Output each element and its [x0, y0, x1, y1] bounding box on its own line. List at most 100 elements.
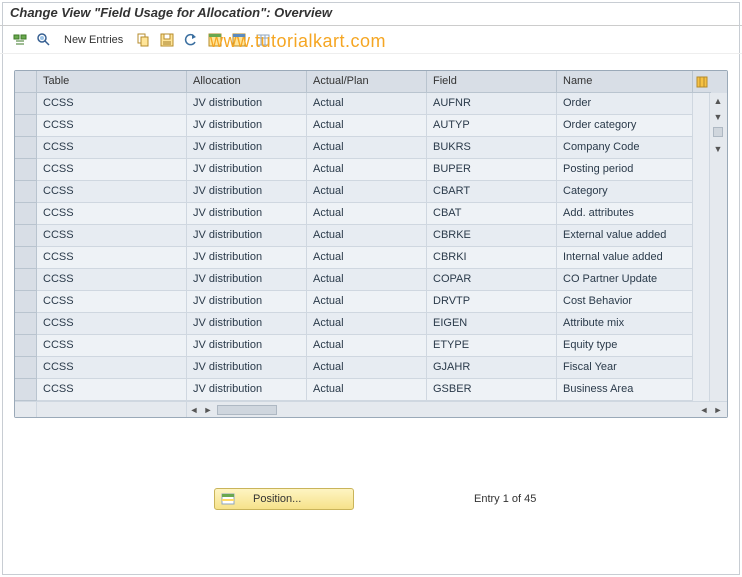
toggle-view-icon[interactable]	[10, 30, 30, 50]
cell-table[interactable]: CCSS	[37, 291, 187, 313]
cell-name[interactable]: Order category	[557, 115, 693, 137]
cell-name[interactable]: Business Area	[557, 379, 693, 401]
cell-field[interactable]: CBRKI	[427, 247, 557, 269]
cell-actual-plan[interactable]: Actual	[307, 291, 427, 313]
table-row[interactable]: CCSSJV distributionActualBUPERPosting pe…	[15, 159, 727, 181]
cell-table[interactable]: CCSS	[37, 137, 187, 159]
row-handle[interactable]	[15, 93, 37, 115]
cell-actual-plan[interactable]: Actual	[307, 313, 427, 335]
cell-allocation[interactable]: JV distribution	[187, 203, 307, 225]
cell-field[interactable]: COPAR	[427, 269, 557, 291]
new-entries-button[interactable]: New Entries	[58, 32, 129, 48]
table-row[interactable]: CCSSJV distributionActualAUFNROrder	[15, 93, 727, 115]
cell-table[interactable]: CCSS	[37, 247, 187, 269]
cell-name[interactable]: Cost Behavior	[557, 291, 693, 313]
cell-table[interactable]: CCSS	[37, 379, 187, 401]
cell-field[interactable]: EIGEN	[427, 313, 557, 335]
scroll-left-icon[interactable]: ◄	[187, 403, 201, 417]
cell-name[interactable]: Order	[557, 93, 693, 115]
cell-field[interactable]: ETYPE	[427, 335, 557, 357]
cell-actual-plan[interactable]: Actual	[307, 225, 427, 247]
table-row[interactable]: CCSSJV distributionActualCBRKIInternal v…	[15, 247, 727, 269]
hscroll-thumb[interactable]	[217, 405, 277, 415]
row-handle[interactable]	[15, 269, 37, 291]
table-row[interactable]: CCSSJV distributionActualCBARTCategory	[15, 181, 727, 203]
select-all-icon[interactable]	[205, 30, 225, 50]
cell-allocation[interactable]: JV distribution	[187, 335, 307, 357]
scroll-right-icon[interactable]: ►	[711, 403, 725, 417]
vertical-scrollbar[interactable]: ▲ ▼ ▲ ▼	[709, 93, 727, 401]
col-header-name[interactable]: Name	[557, 71, 693, 93]
table-row[interactable]: CCSSJV distributionActualEIGENAttribute …	[15, 313, 727, 335]
table-row[interactable]: CCSSJV distributionActualAUTYPOrder cate…	[15, 115, 727, 137]
col-header-allocation[interactable]: Allocation	[187, 71, 307, 93]
cell-actual-plan[interactable]: Actual	[307, 335, 427, 357]
cell-table[interactable]: CCSS	[37, 203, 187, 225]
find-icon[interactable]	[34, 30, 54, 50]
cell-name[interactable]: Category	[557, 181, 693, 203]
scroll-up-icon[interactable]: ▲	[710, 93, 726, 109]
configure-columns-icon[interactable]	[693, 71, 711, 93]
cell-allocation[interactable]: JV distribution	[187, 181, 307, 203]
cell-allocation[interactable]: JV distribution	[187, 291, 307, 313]
cell-allocation[interactable]: JV distribution	[187, 137, 307, 159]
cell-table[interactable]: CCSS	[37, 115, 187, 137]
table-row[interactable]: CCSSJV distributionActualETYPEEquity typ…	[15, 335, 727, 357]
cell-allocation[interactable]: JV distribution	[187, 269, 307, 291]
cell-name[interactable]: External value added	[557, 225, 693, 247]
select-all-handle[interactable]	[15, 71, 37, 93]
cell-allocation[interactable]: JV distribution	[187, 379, 307, 401]
col-header-field[interactable]: Field	[427, 71, 557, 93]
cell-actual-plan[interactable]: Actual	[307, 269, 427, 291]
cell-allocation[interactable]: JV distribution	[187, 357, 307, 379]
row-handle[interactable]	[15, 225, 37, 247]
cell-actual-plan[interactable]: Actual	[307, 379, 427, 401]
row-handle[interactable]	[15, 181, 37, 203]
cell-table[interactable]: CCSS	[37, 335, 187, 357]
cell-field[interactable]: AUFNR	[427, 93, 557, 115]
horizontal-scrollbar[interactable]: ◄ ► ◄ ►	[15, 401, 727, 417]
cell-field[interactable]: GJAHR	[427, 357, 557, 379]
cell-actual-plan[interactable]: Actual	[307, 115, 427, 137]
table-row[interactable]: CCSSJV distributionActualCOPARCO Partner…	[15, 269, 727, 291]
cell-field[interactable]: BUKRS	[427, 137, 557, 159]
scroll-down-icon[interactable]: ▼	[710, 141, 726, 157]
cell-actual-plan[interactable]: Actual	[307, 93, 427, 115]
cell-actual-plan[interactable]: Actual	[307, 181, 427, 203]
col-header-actual-plan[interactable]: Actual/Plan	[307, 71, 427, 93]
cell-actual-plan[interactable]: Actual	[307, 203, 427, 225]
cell-name[interactable]: Fiscal Year	[557, 357, 693, 379]
row-handle[interactable]	[15, 379, 37, 401]
col-header-table[interactable]: Table	[37, 71, 187, 93]
cell-field[interactable]: CBAT	[427, 203, 557, 225]
cell-actual-plan[interactable]: Actual	[307, 357, 427, 379]
row-handle[interactable]	[15, 335, 37, 357]
scroll-down-step-icon[interactable]: ▼	[710, 109, 726, 125]
cell-table[interactable]: CCSS	[37, 225, 187, 247]
table-row[interactable]: CCSSJV distributionActualCBATAdd. attrib…	[15, 203, 727, 225]
row-handle[interactable]	[15, 357, 37, 379]
cell-name[interactable]: CO Partner Update	[557, 269, 693, 291]
row-handle[interactable]	[15, 115, 37, 137]
cell-allocation[interactable]: JV distribution	[187, 93, 307, 115]
table-row[interactable]: CCSSJV distributionActualGSBERBusiness A…	[15, 379, 727, 401]
cell-table[interactable]: CCSS	[37, 159, 187, 181]
table-row[interactable]: CCSSJV distributionActualBUKRSCompany Co…	[15, 137, 727, 159]
cell-allocation[interactable]: JV distribution	[187, 247, 307, 269]
undo-icon[interactable]	[181, 30, 201, 50]
cell-field[interactable]: DRVTP	[427, 291, 557, 313]
row-handle[interactable]	[15, 313, 37, 335]
cell-field[interactable]: GSBER	[427, 379, 557, 401]
table-row[interactable]: CCSSJV distributionActualDRVTPCost Behav…	[15, 291, 727, 313]
cell-actual-plan[interactable]: Actual	[307, 137, 427, 159]
save-icon[interactable]	[157, 30, 177, 50]
cell-field[interactable]: AUTYP	[427, 115, 557, 137]
copy-icon[interactable]	[133, 30, 153, 50]
table-settings-icon[interactable]	[253, 30, 273, 50]
deselect-all-icon[interactable]	[229, 30, 249, 50]
scroll-left-end-icon[interactable]: ◄	[697, 403, 711, 417]
cell-table[interactable]: CCSS	[37, 93, 187, 115]
cell-name[interactable]: Posting period	[557, 159, 693, 181]
cell-field[interactable]: BUPER	[427, 159, 557, 181]
cell-allocation[interactable]: JV distribution	[187, 313, 307, 335]
